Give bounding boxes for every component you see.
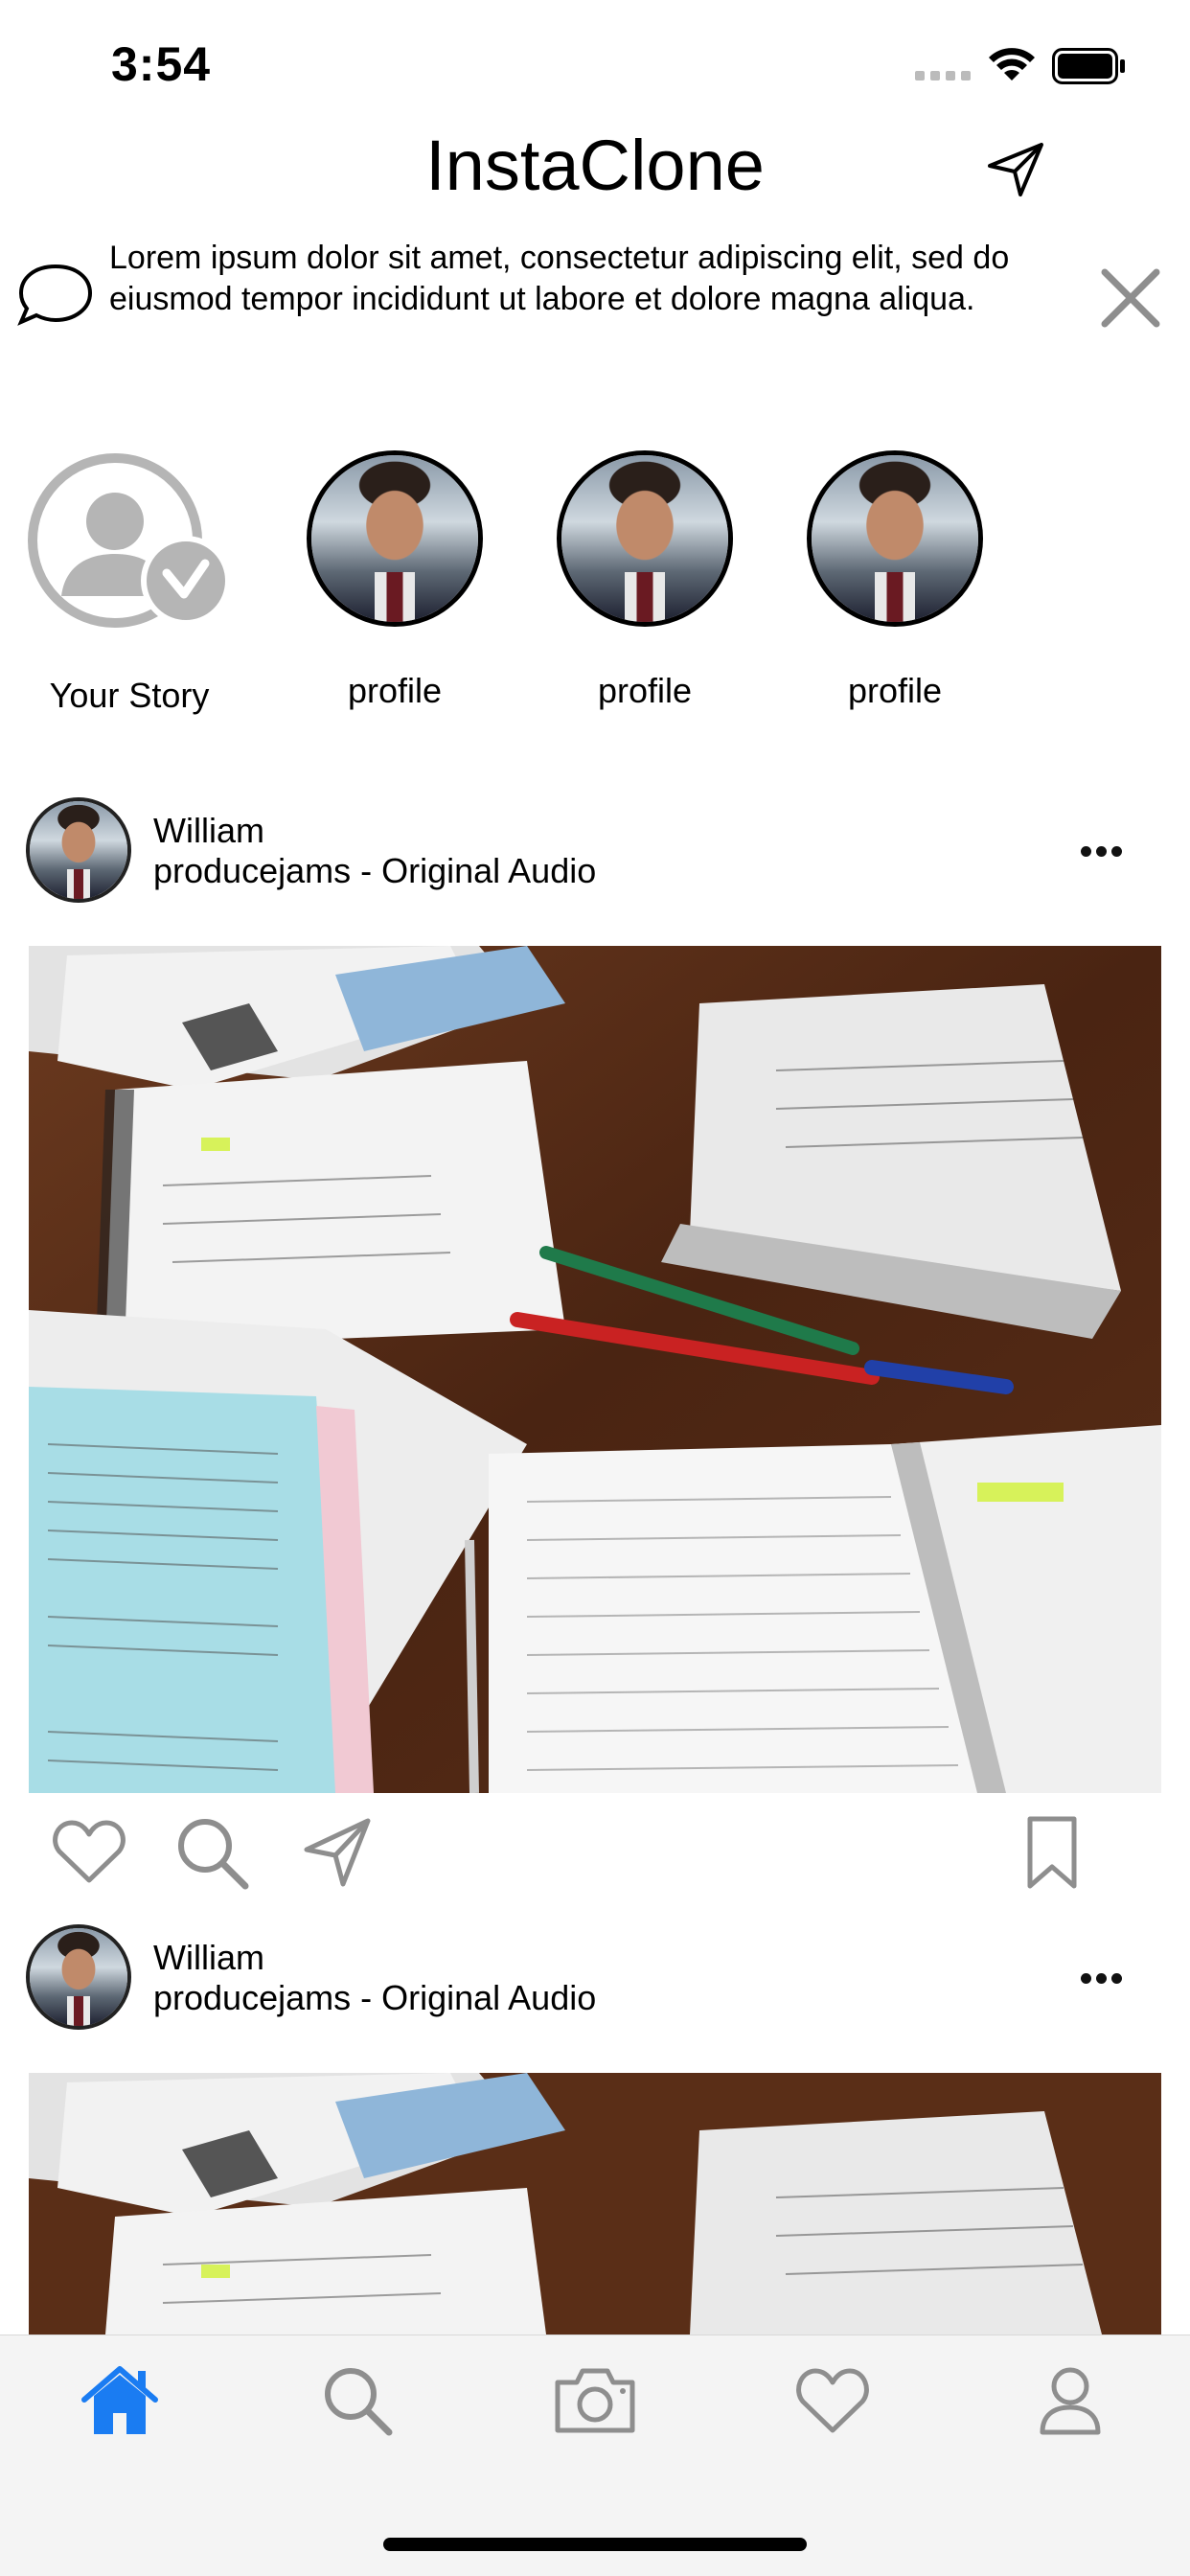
- post-author-avatar[interactable]: [26, 797, 131, 903]
- post-image[interactable]: [29, 946, 1161, 1793]
- search-icon[interactable]: [314, 2361, 400, 2438]
- story-label: profile: [347, 671, 443, 710]
- share-button[interactable]: [301, 1815, 374, 1888]
- search-post-button[interactable]: [174, 1815, 251, 1892]
- story-label: profile: [597, 671, 693, 710]
- speech-bubble-icon: [17, 264, 93, 326]
- story-item[interactable]: profile: [535, 450, 755, 711]
- direct-message-button[interactable]: [982, 139, 1049, 198]
- status-time: 3:54: [111, 37, 212, 91]
- notebooks-photo: [29, 946, 1161, 1793]
- battery-icon: [1052, 48, 1125, 84]
- story-avatar: [807, 450, 983, 627]
- bookmark-button[interactable]: [1026, 1815, 1078, 1890]
- story-avatar: [557, 450, 733, 627]
- wifi-icon: [989, 48, 1035, 80]
- post-author-avatar[interactable]: [26, 1924, 131, 2030]
- story-item[interactable]: profile: [785, 450, 1005, 711]
- cellular-signal-icon: [915, 71, 971, 80]
- heart-icon[interactable]: [790, 2361, 876, 2438]
- banner-message: Lorem ipsum dolor sit amet, consectetur …: [109, 240, 1010, 317]
- your-story-avatar[interactable]: [27, 452, 232, 629]
- story-item[interactable]: profile: [285, 450, 505, 711]
- close-banner-button[interactable]: [1099, 266, 1162, 330]
- like-button[interactable]: [52, 1817, 126, 1886]
- post-audio-label[interactable]: producejams - Original Audio: [153, 1978, 596, 2018]
- story-avatar: [307, 450, 483, 627]
- home-icon[interactable]: [77, 2361, 163, 2438]
- post-author-name[interactable]: William: [153, 811, 264, 851]
- profile-icon[interactable]: [1027, 2361, 1113, 2438]
- home-indicator: [383, 2538, 807, 2551]
- post-audio-label[interactable]: producejams - Original Audio: [153, 851, 596, 891]
- notebooks-photo: [29, 2073, 1161, 2334]
- camera-icon[interactable]: [552, 2361, 638, 2438]
- post-image[interactable]: [29, 2073, 1161, 2334]
- story-label: profile: [847, 671, 943, 710]
- post-author-name[interactable]: William: [153, 1938, 264, 1978]
- post-more-options-button[interactable]: [1081, 1971, 1127, 1987]
- your-story-label: Your Story: [49, 676, 210, 715]
- post-more-options-button[interactable]: [1081, 844, 1127, 860]
